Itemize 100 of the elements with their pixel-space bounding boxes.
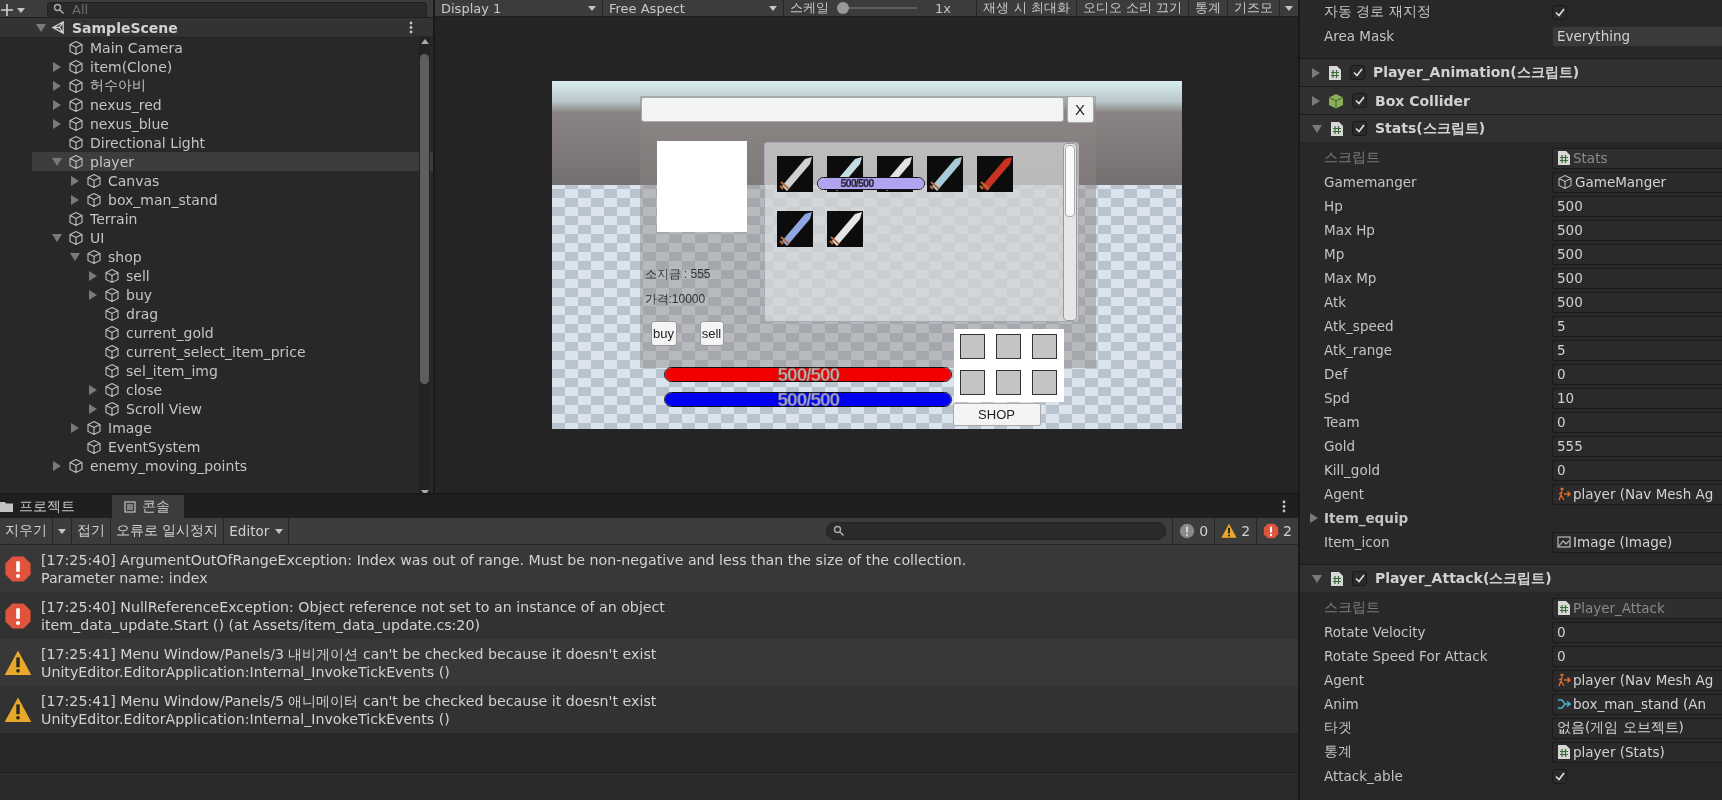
message-count-toggle[interactable]: 2	[1214, 518, 1257, 544]
number-field[interactable]: 555	[1552, 435, 1722, 457]
tree-item[interactable]: sel_item_img	[32, 361, 433, 380]
component-header[interactable]: Player_Animation(스크립트)	[1300, 58, 1722, 86]
tree-item[interactable]: nexus_blue	[32, 114, 433, 133]
expand-arrow-icon[interactable]	[52, 233, 62, 242]
number-field[interactable]: 500	[1552, 267, 1722, 289]
sword-icon[interactable]	[776, 156, 813, 192]
checkbox[interactable]	[1352, 93, 1367, 108]
checkbox[interactable]	[1352, 121, 1367, 136]
message-count-toggle[interactable]: 0	[1172, 518, 1215, 544]
object-field[interactable]: player (Stats)	[1552, 741, 1722, 763]
expand-arrow-icon[interactable]	[71, 194, 79, 205]
expand-arrow-icon[interactable]	[1310, 513, 1318, 523]
expand-arrow-icon[interactable]	[1312, 124, 1322, 133]
component-header[interactable]: Stats(스크립트)	[1300, 114, 1722, 142]
aspect-dropdown[interactable]: Free Aspect	[603, 0, 784, 16]
sword-icon[interactable]	[926, 156, 963, 192]
sword-icon[interactable]	[826, 211, 863, 247]
expand-arrow-icon[interactable]	[1312, 95, 1320, 106]
expand-arrow-icon[interactable]	[1312, 67, 1320, 78]
close-button[interactable]: X	[1066, 96, 1094, 123]
message-count-toggle[interactable]: 2	[1256, 518, 1298, 544]
tree-item[interactable]: current_gold	[32, 323, 433, 342]
expand-arrow-icon[interactable]	[89, 270, 97, 281]
sword-icon[interactable]	[976, 156, 1013, 192]
component-header[interactable]: Box Collider	[1300, 86, 1722, 114]
number-field[interactable]: 0	[1552, 459, 1722, 481]
collapse-button[interactable]: 접기	[72, 518, 111, 544]
tree-item[interactable]: player	[32, 152, 433, 171]
tree-item[interactable]: sell	[32, 266, 433, 285]
toolbar-toggle[interactable]: 통계	[1188, 0, 1227, 16]
tree-item[interactable]: nexus_red	[32, 95, 433, 114]
expand-arrow-icon[interactable]	[89, 289, 97, 300]
dropdown-caret-icon[interactable]	[58, 528, 66, 534]
tree-item[interactable]: buy	[32, 285, 433, 304]
expand-arrow-icon[interactable]	[71, 422, 79, 433]
object-field[interactable]: player (Nav Mesh Ag	[1552, 483, 1722, 505]
expand-arrow-icon[interactable]	[1312, 574, 1322, 583]
expand-arrow-icon[interactable]	[89, 403, 97, 414]
expand-arrow-icon[interactable]	[53, 99, 61, 110]
expand-arrow-icon[interactable]	[53, 80, 61, 91]
editor-dropdown[interactable]: Editor	[224, 518, 290, 544]
tree-item[interactable]: Scroll View	[32, 399, 433, 418]
expand-arrow-icon[interactable]	[89, 384, 97, 395]
component-header[interactable]: Player_Attack(스크립트)	[1300, 564, 1722, 592]
tree-item[interactable]: close	[32, 380, 433, 399]
number-field[interactable]: 10	[1552, 387, 1722, 409]
checkbox[interactable]	[1552, 4, 1567, 20]
scene-header[interactable]: SampleScene	[0, 18, 433, 38]
number-field[interactable]: 5	[1552, 339, 1722, 361]
object-field[interactable]: box_man_stand (An	[1552, 693, 1722, 715]
search-field[interactable]	[826, 522, 1167, 540]
tree-item[interactable]: item(Clone)	[32, 57, 433, 76]
sword-icon[interactable]	[776, 211, 813, 247]
object-field[interactable]: 없음(게임 오브젝트)	[1552, 717, 1722, 739]
more-options-icon[interactable]	[409, 21, 413, 34]
number-field[interactable]: 0	[1552, 411, 1722, 433]
shop-button[interactable]: SHOP	[952, 403, 1041, 426]
toolbar-toggle[interactable]: 기즈모	[1227, 0, 1279, 16]
search-field[interactable]: All	[47, 1, 427, 18]
tree-item[interactable]: box_man_stand	[32, 190, 433, 209]
number-field[interactable]: 500	[1552, 219, 1722, 241]
number-field[interactable]: 0	[1552, 645, 1722, 667]
expand-arrow-icon[interactable]	[53, 460, 61, 471]
object-field[interactable]: GameManger	[1552, 171, 1722, 193]
tree-item[interactable]: Main Camera	[32, 38, 433, 57]
shop-title-field[interactable]	[640, 97, 1064, 122]
display-dropdown[interactable]: Display 1	[435, 0, 603, 16]
log-entry[interactable]: [17:25:41] Menu Window/Panels/3 내비게이션 can't be checked because it doesn't exist UnityEditor.EditorApplication:Internal_InvokeTickEvents ()	[0, 639, 1298, 686]
tree-item[interactable]: Directional Light	[32, 133, 433, 152]
dropdown-caret-icon[interactable]	[1285, 5, 1293, 11]
number-field[interactable]: 0	[1552, 621, 1722, 643]
tree-item[interactable]: Image	[32, 418, 433, 437]
expand-arrow-icon[interactable]	[70, 252, 80, 261]
tree-item[interactable]: Canvas	[32, 171, 433, 190]
shop-action-button[interactable]: buy	[650, 321, 677, 346]
toolbar-toggle[interactable]: 재생 시 최대화	[976, 0, 1076, 16]
object-field[interactable]: player (Nav Mesh Ag	[1552, 669, 1722, 691]
log-entry[interactable]: [17:25:40] NullReferenceException: Object reference not set to an instance of an object item_data_update.Start () (at Assets/item_data_update.cs:20)	[0, 592, 1298, 639]
tree-item[interactable]: Terrain	[32, 209, 433, 228]
number-field[interactable]: 500	[1552, 291, 1722, 313]
panel-tab[interactable]: 프로젝트	[0, 495, 112, 518]
panel-tab[interactable]: 콘솔	[112, 495, 184, 518]
dropdown[interactable]: Everything	[1552, 25, 1722, 47]
checkbox[interactable]	[1352, 571, 1367, 586]
object-field[interactable]: Image (Image)	[1552, 531, 1722, 553]
number-field[interactable]: 5	[1552, 315, 1722, 337]
tree-item[interactable]: shop	[32, 247, 433, 266]
tree-item[interactable]: current_select_item_price	[32, 342, 433, 361]
tree-item[interactable]: UI	[32, 228, 433, 247]
more-options-icon[interactable]	[1282, 500, 1286, 513]
expand-arrow-icon[interactable]	[53, 61, 61, 72]
number-field[interactable]: 0	[1552, 363, 1722, 385]
toolbar-toggle[interactable]: 오디오 소리 끄기	[1075, 0, 1188, 16]
expand-arrow-icon[interactable]	[71, 175, 79, 186]
checkbox[interactable]	[1350, 65, 1365, 80]
clear-button[interactable]: 지우기	[0, 518, 53, 544]
tree-item[interactable]: enemy_moving_points	[32, 456, 433, 475]
expand-arrow-icon[interactable]	[36, 23, 46, 32]
